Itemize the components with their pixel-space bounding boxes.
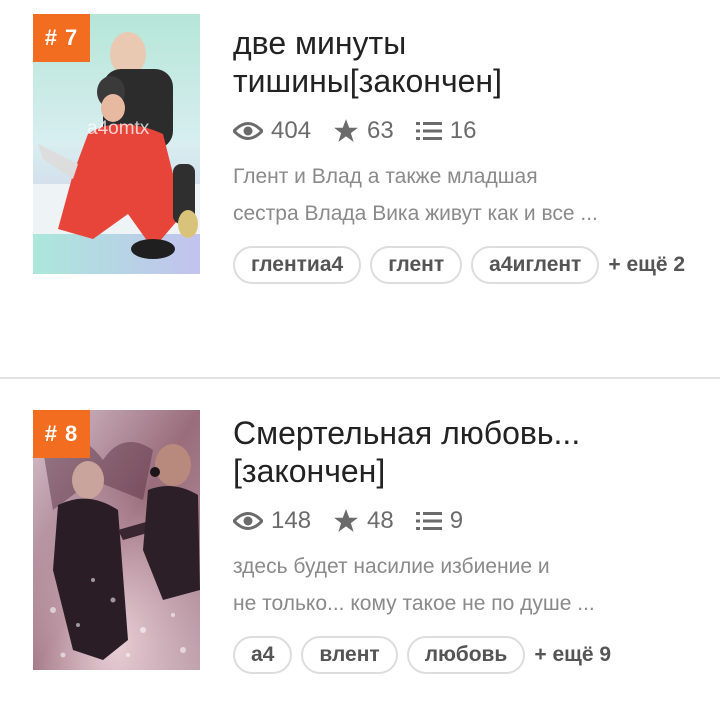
views-stat: 404 <box>233 117 311 145</box>
list-icon <box>415 122 442 140</box>
description-line-1: Глент и Влад а также младшая <box>233 165 538 188</box>
story-title-line-2: [закончен] <box>233 453 386 489</box>
more-tags-link[interactable]: + ещё 9 <box>534 636 611 674</box>
rank-badge: # 8 <box>33 410 90 458</box>
eye-icon <box>233 512 263 530</box>
cover-watermark: a4omtx <box>87 118 150 139</box>
story-cover-image[interactable]: # 8 <box>33 410 200 670</box>
story-info-2: Смертельная любовь... [закончен] 148 48 <box>233 414 702 692</box>
description-line-1: здесь будет насилие избиение и <box>233 555 550 578</box>
stars-stat: 48 <box>333 507 394 535</box>
chapters-stat: 9 <box>415 507 464 535</box>
story-cover-image[interactable]: # 7 a4omtx <box>33 14 200 274</box>
stars-count: 63 <box>367 117 394 144</box>
stars-count: 48 <box>367 507 394 534</box>
story-tags: глентиа4 глент а4иглент + ещё 2 <box>233 246 703 302</box>
description-line-2: не только... кому такое не по душе ... <box>233 592 595 615</box>
list-icon <box>415 512 442 530</box>
story-info: две минуты тишины[закончен] 404 63 16 Гл… <box>233 24 702 302</box>
story-title[interactable]: Смертельная любовь... [закончен] <box>233 414 702 490</box>
tag-chip[interactable]: глентиа4 <box>233 246 362 284</box>
more-tags-link[interactable]: + ещё 2 <box>608 246 685 284</box>
story-divider <box>0 377 720 379</box>
story-title-line-2: тишины[закончен] <box>233 63 502 99</box>
stars-stat: 63 <box>333 117 394 145</box>
star-icon <box>334 119 358 142</box>
story-tags: а4 влент любовь + ещё 9 <box>233 636 703 692</box>
story-description: здесь будет насилие избиение и не только… <box>233 548 693 622</box>
story-card-1[interactable]: # 7 a4omtx две минуты тишины[закончен] 4… <box>0 0 720 378</box>
description-line-2: сестра Влада Вика живут как и все ... <box>233 202 598 225</box>
views-count: 148 <box>271 507 312 534</box>
story-title-line-1: две минуты <box>233 25 407 61</box>
tag-chip[interactable]: любовь <box>406 636 526 674</box>
tag-chip[interactable]: а4иглент <box>471 246 600 284</box>
views-stat: 148 <box>233 507 311 535</box>
story-stats: 404 63 16 <box>233 116 702 146</box>
rank-badge: # 7 <box>33 14 90 62</box>
story-description: Глент и Влад а также младшая сестра Влад… <box>233 158 693 232</box>
chapters-count: 9 <box>449 507 464 534</box>
story-title-line-1: Смертельная любовь... <box>233 415 581 451</box>
story-title[interactable]: две минуты тишины[закончен] <box>233 24 702 100</box>
tag-chip[interactable]: влент <box>301 636 398 674</box>
chapters-stat: 16 <box>415 117 477 145</box>
chapters-count: 16 <box>449 117 477 144</box>
star-icon <box>334 509 358 532</box>
tag-chip[interactable]: а4 <box>233 636 293 674</box>
story-stats: 148 48 9 <box>233 506 702 536</box>
tag-chip[interactable]: глент <box>370 246 463 284</box>
views-count: 404 <box>271 117 312 144</box>
eye-icon <box>233 122 263 140</box>
